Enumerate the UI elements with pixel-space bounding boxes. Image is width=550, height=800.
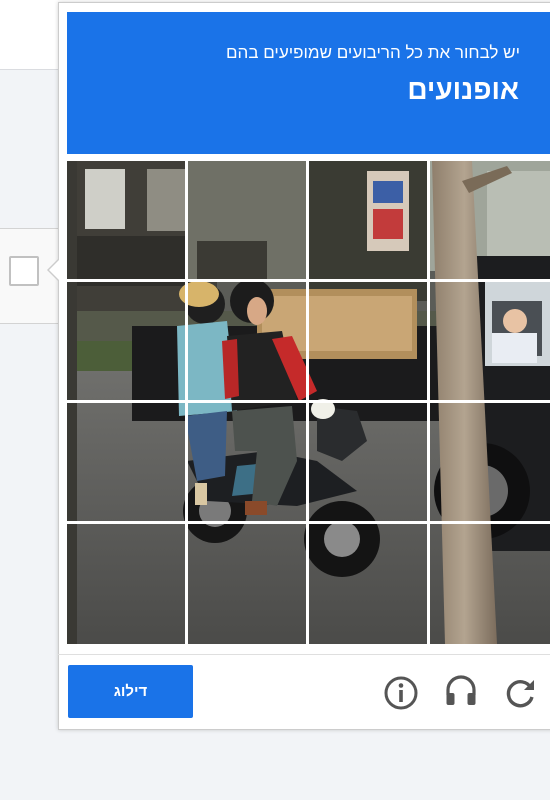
challenge-target: אופנועים <box>407 74 519 105</box>
grid-tile[interactable] <box>309 161 427 279</box>
skip-button[interactable]: דילוג <box>68 665 193 718</box>
grid-tile[interactable] <box>67 282 185 400</box>
footer-divider <box>58 654 550 655</box>
bubble-arrow-inner <box>49 260 59 280</box>
grid-tile[interactable] <box>309 403 427 521</box>
grid-tile[interactable] <box>188 524 306 642</box>
audio-icon[interactable] <box>443 673 479 709</box>
grid-divider <box>67 521 550 524</box>
grid-tile[interactable] <box>430 524 548 642</box>
grid-tile[interactable] <box>309 524 427 642</box>
grid-tile[interactable] <box>188 403 306 521</box>
grid-tile[interactable] <box>188 282 306 400</box>
grid-tile[interactable] <box>309 282 427 400</box>
grid-tile[interactable] <box>67 161 185 279</box>
grid-divider <box>67 279 550 282</box>
grid-tile[interactable] <box>430 282 548 400</box>
grid-divider <box>67 400 550 403</box>
grid-tile[interactable] <box>188 161 306 279</box>
grid-tile[interactable] <box>67 403 185 521</box>
info-icon[interactable] <box>383 675 419 711</box>
grid-tile[interactable] <box>67 524 185 642</box>
recaptcha-checkbox[interactable] <box>9 256 39 286</box>
reload-icon[interactable] <box>503 675 539 711</box>
grid-tile[interactable] <box>430 403 548 521</box>
image-grid <box>67 161 550 644</box>
grid-tile[interactable] <box>430 161 548 279</box>
challenge-instruction: יש לבחור את כל הריבועים שמופיעים בהם <box>226 43 520 62</box>
challenge-header: יש לבחור את כל הריבועים שמופיעים בהם אופ… <box>67 12 550 154</box>
